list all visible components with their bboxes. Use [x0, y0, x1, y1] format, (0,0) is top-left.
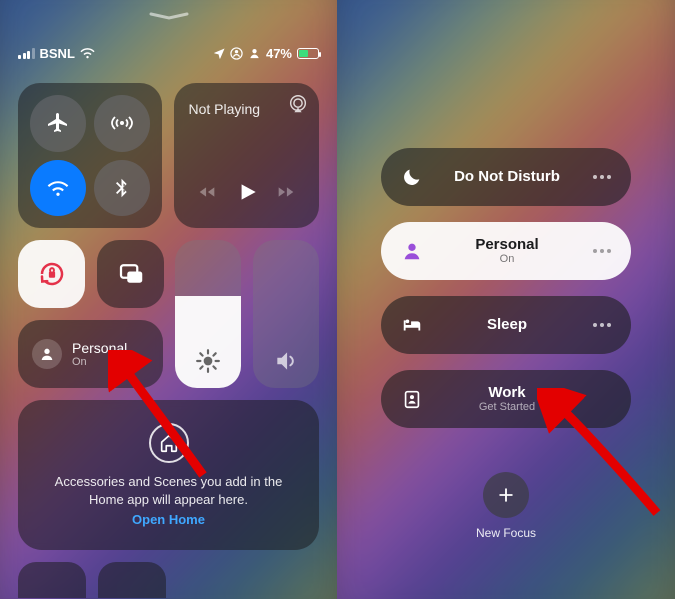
- status-bar: BSNL 47%: [18, 46, 319, 61]
- focus-status-icon: [230, 47, 243, 60]
- connectivity-tile[interactable]: [18, 83, 162, 228]
- focus-pill-sleep[interactable]: Sleep: [381, 296, 631, 354]
- bed-icon: [401, 314, 423, 336]
- focus-pill-label: Work: [423, 384, 591, 401]
- focus-pill-label: Do Not Disturb: [423, 168, 591, 185]
- focus-sublabel: On: [72, 356, 127, 369]
- volume-icon: [273, 348, 299, 374]
- person-icon: [401, 240, 423, 262]
- new-focus-label: New Focus: [476, 526, 536, 540]
- wifi-icon: [80, 48, 95, 59]
- focus-pill-sublabel: Get Started: [423, 401, 591, 414]
- cellular-signal-icon: [18, 48, 35, 59]
- airplane-toggle[interactable]: [30, 95, 86, 152]
- battery-icon: [297, 48, 319, 59]
- orientation-lock-toggle[interactable]: [18, 240, 85, 308]
- more-icon[interactable]: [591, 249, 613, 253]
- focus-pill-label: Personal: [423, 236, 591, 253]
- focus-pill-dnd[interactable]: Do Not Disturb: [381, 148, 631, 206]
- extra-tile-2[interactable]: [98, 562, 166, 598]
- new-focus-button[interactable]: [483, 472, 529, 518]
- focus-mode-list: Do Not Disturb Personal On Sleep Wor: [355, 148, 657, 428]
- focus-pill-work[interactable]: Work Get Started: [381, 370, 631, 428]
- user-switch-icon: [248, 47, 261, 60]
- plus-icon: [496, 485, 516, 505]
- more-icon[interactable]: [591, 323, 613, 327]
- location-icon: [214, 48, 225, 59]
- home-icon: [149, 423, 189, 463]
- moon-icon: [401, 166, 423, 188]
- carrier-label: BSNL: [40, 46, 75, 61]
- focus-pill-label: Sleep: [423, 316, 591, 333]
- extra-tile-1[interactable]: [18, 562, 86, 598]
- media-tile[interactable]: Not Playing: [174, 83, 319, 228]
- screen-mirror-button[interactable]: [97, 240, 164, 308]
- badge-icon: [401, 388, 423, 410]
- battery-percent: 47%: [266, 46, 292, 61]
- focus-label: Personal: [72, 340, 127, 356]
- home-card[interactable]: Accessories and Scenes you add in the Ho…: [18, 400, 319, 550]
- home-message: Accessories and Scenes you add in the Ho…: [42, 473, 295, 508]
- bluetooth-toggle[interactable]: [94, 160, 150, 217]
- person-icon: [32, 339, 62, 369]
- brightness-icon: [195, 348, 221, 374]
- grabber-icon[interactable]: [149, 12, 189, 18]
- media-title: Not Playing: [188, 101, 305, 117]
- forward-button[interactable]: [275, 181, 297, 208]
- focus-pill-sublabel: On: [423, 253, 591, 266]
- focus-pill-personal[interactable]: Personal On: [381, 222, 631, 280]
- focus-tile[interactable]: Personal On: [18, 320, 163, 388]
- play-button[interactable]: [234, 179, 260, 210]
- cellular-toggle[interactable]: [94, 95, 150, 152]
- wifi-toggle[interactable]: [30, 160, 86, 217]
- more-icon[interactable]: [591, 175, 613, 179]
- rewind-button[interactable]: [196, 181, 218, 208]
- volume-slider[interactable]: [253, 240, 319, 388]
- open-home-link[interactable]: Open Home: [132, 512, 205, 527]
- brightness-slider[interactable]: [175, 240, 241, 388]
